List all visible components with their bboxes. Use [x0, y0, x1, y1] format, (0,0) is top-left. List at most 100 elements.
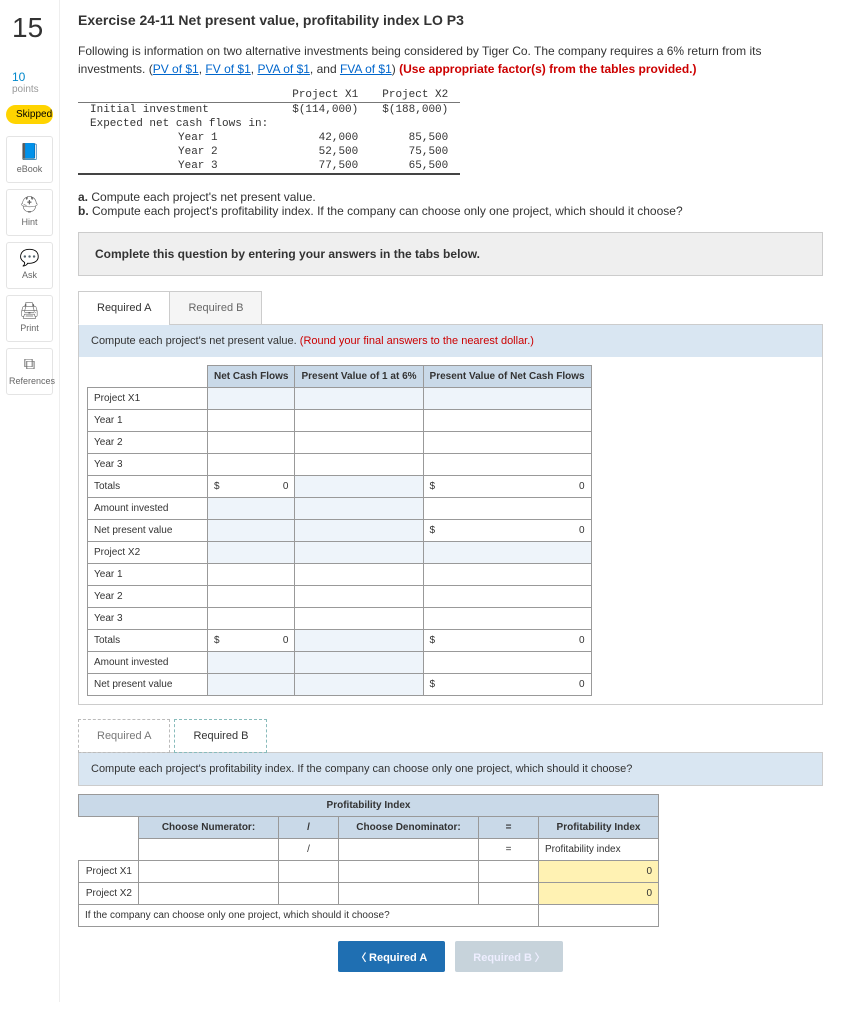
row-year-1: Year 1 — [78, 131, 280, 145]
tab2-required-b[interactable]: Required B — [174, 719, 267, 753]
references-button[interactable]: ⧉ References — [6, 348, 53, 395]
printer-icon: 🖨 — [9, 304, 50, 320]
cell-px1-npv: $0 — [423, 520, 591, 542]
exercise-title: Exercise 24-11 Net present value, profit… — [78, 12, 823, 28]
references-label: References — [9, 376, 55, 386]
row-px1-header: Project X1 — [88, 388, 208, 410]
input-px1-y1-ncf[interactable] — [208, 410, 295, 432]
row-year-3: Year 3 — [78, 159, 280, 174]
cell-px1-pi: 0 — [539, 861, 659, 883]
input-px1-y2-pv[interactable] — [423, 432, 591, 454]
question-a: Compute each project's net present value… — [88, 190, 316, 204]
input-px2-y1-pvf[interactable] — [295, 564, 423, 586]
col-project-x2: Project X2 — [370, 88, 460, 103]
hint-button[interactable]: ⛑ Hint — [6, 189, 53, 236]
input-px1-den[interactable] — [339, 861, 479, 883]
cell-px1-totals-ncf: $0 — [208, 476, 295, 498]
sidebar: 15 10 points Skipped 📘 eBook ⛑ Hint 💬 Ask 🖨… — [0, 0, 60, 1002]
fva-link[interactable]: FVA of $1 — [340, 62, 392, 76]
points-label: points — [4, 84, 55, 101]
next-required-b-button[interactable]: Required B 〉 — [455, 941, 562, 972]
chat-icon: 💬 — [9, 251, 50, 267]
input-px1-amtinv[interactable] — [423, 498, 591, 520]
npv-calc-table: Net Cash Flows Present Value of 1 at 6% … — [87, 365, 592, 696]
pi-footer-question: If the company can choose only one proje… — [79, 905, 539, 927]
investment-data-table: Project X1Project X2 Initial investment$… — [78, 88, 460, 176]
fv-link[interactable]: FV of $1 — [205, 62, 250, 76]
pv-link[interactable]: PV of $1 — [153, 62, 199, 76]
select-numerator[interactable] — [139, 839, 279, 861]
input-px1-y3-pv[interactable] — [423, 454, 591, 476]
input-px2-y3-pvf[interactable] — [295, 608, 423, 630]
row-expected-flows: Expected net cash flows in: — [78, 117, 280, 131]
print-button[interactable]: 🖨 Print — [6, 295, 53, 342]
input-px2-y1-ncf[interactable] — [208, 564, 295, 586]
input-px1-y1-pvf[interactable] — [295, 410, 423, 432]
chevron-left-icon: 〈 — [356, 953, 369, 964]
intro-instruction: (Use appropriate factor(s) from the tabl… — [399, 62, 696, 76]
pva-link[interactable]: PVA of $1 — [257, 62, 309, 76]
input-px2-y2-pvf[interactable] — [295, 586, 423, 608]
tab-required-a[interactable]: Required A — [78, 291, 170, 325]
cell-px2-npv: $0 — [423, 674, 591, 696]
pi-title: Profitability Index — [79, 795, 659, 817]
tab2-required-a[interactable]: Required A — [78, 719, 170, 753]
question-list: a. Compute each project's net present va… — [78, 190, 823, 218]
book-icon: 📘 — [9, 145, 50, 161]
intro-text: Following is information on two alternat… — [78, 42, 823, 78]
col-pi: Profitability Index — [539, 817, 659, 839]
col-net-cash-flows: Net Cash Flows — [208, 366, 295, 388]
input-px2-y1-pv[interactable] — [423, 564, 591, 586]
col-denominator: Choose Denominator: — [339, 817, 479, 839]
instruction-bar: Complete this question by entering your … — [78, 232, 823, 276]
input-px1-y2-pvf[interactable] — [295, 432, 423, 454]
prev-required-a-button[interactable]: 〈 Required A — [338, 941, 445, 972]
tab-required-b[interactable]: Required B — [169, 291, 262, 325]
input-px2-y3-ncf[interactable] — [208, 608, 295, 630]
input-px2-num[interactable] — [139, 883, 279, 905]
points-value: 10 — [4, 68, 55, 84]
select-denominator[interactable] — [339, 839, 479, 861]
input-px1-y2-ncf[interactable] — [208, 432, 295, 454]
input-px1-y3-ncf[interactable] — [208, 454, 295, 476]
question-number: 15 — [4, 8, 55, 48]
input-px2-amtinv[interactable] — [423, 652, 591, 674]
col-numerator: Choose Numerator: — [139, 817, 279, 839]
row-px2-header: Project X2 — [88, 542, 208, 564]
input-px1-y1-pv[interactable] — [423, 410, 591, 432]
input-px2-y2-ncf[interactable] — [208, 586, 295, 608]
lifesaver-icon: ⛑ — [9, 198, 50, 214]
chevron-right-icon: 〉 — [532, 953, 545, 964]
copy-icon: ⧉ — [9, 357, 50, 373]
nav-buttons: 〈 Required A Required B 〉 — [78, 941, 823, 972]
col-pv-factor: Present Value of 1 at 6% — [295, 366, 423, 388]
select-choose-project[interactable] — [539, 905, 659, 927]
print-label: Print — [20, 323, 39, 333]
input-px1-num[interactable] — [139, 861, 279, 883]
input-px1-y3-pvf[interactable] — [295, 454, 423, 476]
row-pi-px1: Project X1 — [79, 861, 139, 883]
input-px2-y2-pv[interactable] — [423, 586, 591, 608]
tab-body-a: Compute each project's net present value… — [78, 325, 823, 705]
pi-row-label: Profitability index — [539, 839, 659, 861]
profitability-index-table: Profitability Index Choose Numerator: / … — [78, 794, 659, 927]
ask-button[interactable]: 💬 Ask — [6, 242, 53, 289]
row-pi-px2: Project X2 — [79, 883, 139, 905]
cell-px2-totals-pv: $0 — [423, 630, 591, 652]
skipped-badge: Skipped — [6, 105, 53, 124]
hint-label: Hint — [21, 217, 37, 227]
col-pv-ncf: Present Value of Net Cash Flows — [423, 366, 591, 388]
prompt-a-pre: Compute each project's net present value… — [91, 335, 300, 347]
main-content: Exercise 24-11 Net present value, profit… — [60, 0, 843, 1002]
prompt-b: Compute each project's profitability ind… — [78, 752, 823, 786]
input-px2-y3-pv[interactable] — [423, 608, 591, 630]
input-px2-den[interactable] — [339, 883, 479, 905]
ebook-label: eBook — [17, 164, 43, 174]
col-project-x1: Project X1 — [280, 88, 370, 103]
cell-px2-totals-ncf: $0 — [208, 630, 295, 652]
tabs-bottom: Required A Required B — [78, 719, 823, 753]
ebook-button[interactable]: 📘 eBook — [6, 136, 53, 183]
ask-label: Ask — [22, 270, 37, 280]
cell-px1-totals-pv: $0 — [423, 476, 591, 498]
prompt-a-red: (Round your final answers to the nearest… — [300, 335, 534, 347]
